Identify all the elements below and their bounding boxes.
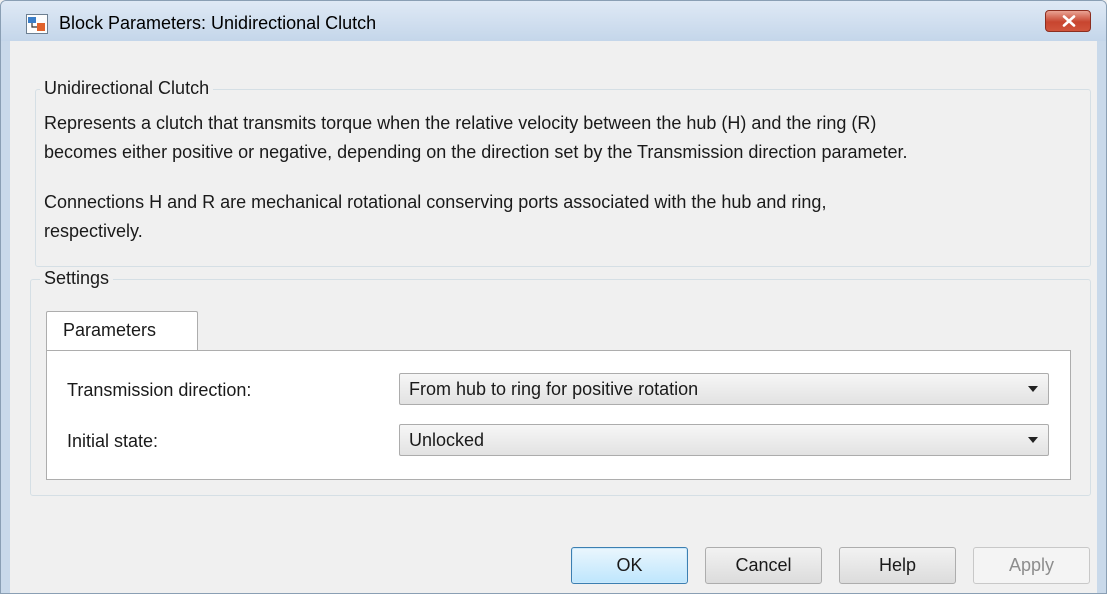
initial-state-label: Initial state: [67, 431, 159, 451]
ok-button[interactable]: OK [571, 547, 688, 584]
parameters-panel: Transmission direction: From hub to ring… [46, 350, 1071, 480]
dropdown-arrow-icon [1028, 437, 1038, 443]
dropdown-arrow-icon [1028, 386, 1038, 392]
tab-parameters[interactable]: Parameters [46, 311, 198, 351]
window-title: Block Parameters: Unidirectional Clutch [59, 13, 377, 33]
block-parameters-dialog: Block Parameters: Unidirectional Clutch … [0, 0, 1107, 594]
dialog-content: Unidirectional Clutch Represents a clutc… [10, 41, 1097, 593]
description-group: Unidirectional Clutch Represents a clutc… [35, 78, 1091, 267]
transmission-direction-select[interactable]: From hub to ring for positive rotation [399, 373, 1049, 405]
cancel-button[interactable]: Cancel [705, 547, 822, 584]
description-line: Represents a clutch that transmits torqu… [44, 113, 877, 133]
description-line: respectively. [44, 221, 143, 241]
block-parameters-app-icon [26, 14, 48, 34]
close-icon [1062, 15, 1076, 27]
help-button[interactable]: Help [839, 547, 956, 584]
description-group-title: Unidirectional Clutch [40, 78, 214, 99]
title-bar[interactable]: Block Parameters: Unidirectional Clutch [1, 1, 1106, 41]
initial-state-select[interactable]: Unlocked [399, 424, 1049, 456]
description-line: Connections H and R are mechanical rotat… [44, 192, 827, 212]
apply-button: Apply [973, 547, 1090, 584]
initial-state-value: Unlocked [409, 430, 485, 450]
settings-group-title: Settings [40, 268, 114, 289]
tab-parameters-label: Parameters [63, 320, 157, 340]
close-button[interactable] [1045, 10, 1091, 32]
description-line: becomes either positive or negative, dep… [44, 142, 908, 162]
transmission-direction-label: Transmission direction: [67, 380, 252, 400]
transmission-direction-value: From hub to ring for positive rotation [409, 379, 699, 399]
